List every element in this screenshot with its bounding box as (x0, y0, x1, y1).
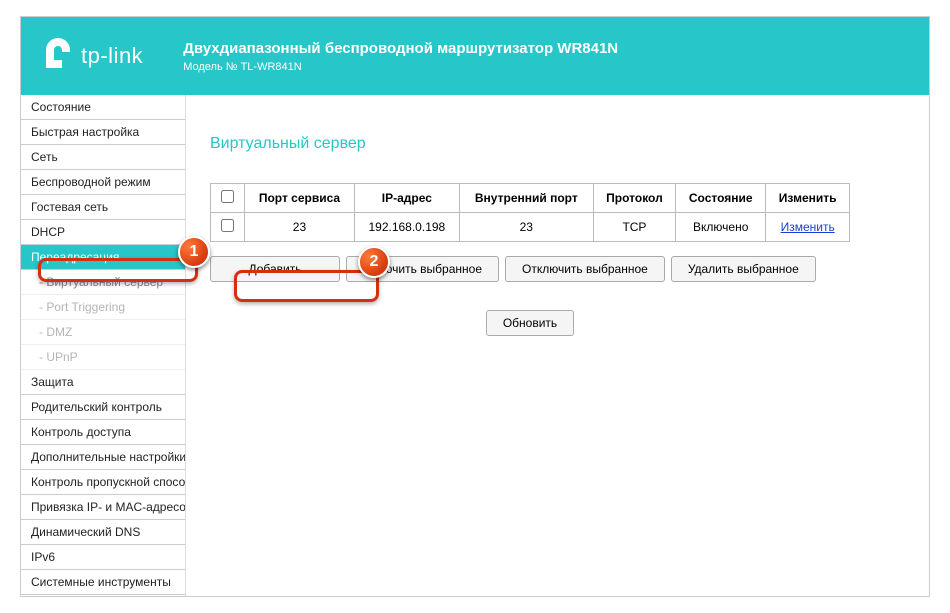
sidebar: Состояние Быстрая настройка Сеть Беспров… (21, 95, 186, 596)
action-button-row: Добавить Включить выбранное Отключить вы… (210, 256, 905, 282)
sidebar-item-network[interactable]: Сеть (21, 145, 185, 170)
sidebar-item-quick-setup[interactable]: Быстрая настройка (21, 120, 185, 145)
sidebar-item-advanced-settings[interactable]: Дополнительные настройки (21, 445, 185, 470)
cell-service-port: 23 (245, 213, 355, 242)
sidebar-item-forwarding[interactable]: Переадресация (21, 245, 185, 270)
sidebar-item-ip-mac-binding[interactable]: Привязка IP- и MAC-адресов (21, 495, 185, 520)
table-row: 23 192.168.0.198 23 TCP Включено Изменит… (211, 213, 850, 242)
table-header-row: Порт сервиса IP-адрес Внутренний порт Пр… (211, 184, 850, 213)
virtual-server-table: Порт сервиса IP-адрес Внутренний порт Пр… (210, 183, 850, 242)
sidebar-item-parental-control[interactable]: Родительский контроль (21, 395, 185, 420)
sidebar-item-guest-network[interactable]: Гостевая сеть (21, 195, 185, 220)
annotation-callout-1: 1 (178, 236, 210, 268)
header-titles: Двухдиапазонный беспроводной маршрутизат… (183, 40, 618, 73)
sidebar-item-dhcp[interactable]: DHCP (21, 220, 185, 245)
col-protocol: Протокол (593, 184, 675, 213)
cell-ip: 192.168.0.198 (354, 213, 459, 242)
add-button[interactable]: Добавить (210, 256, 340, 282)
product-title: Двухдиапазонный беспроводной маршрутизат… (183, 40, 618, 57)
sidebar-sub-virtual-server[interactable]: - Виртуальный сервер (21, 270, 185, 295)
product-model: Модель № TL-WR841N (183, 61, 618, 73)
col-state: Состояние (676, 184, 766, 213)
col-ip-address: IP-адрес (354, 184, 459, 213)
disable-selected-button[interactable]: Отключить выбранное (505, 256, 665, 282)
brand-text: tp-link (81, 43, 143, 69)
col-internal-port: Внутренний порт (459, 184, 593, 213)
brand-logo: tp-link (41, 36, 143, 76)
select-all-checkbox[interactable] (221, 190, 234, 203)
sidebar-sub-upnp[interactable]: - UPnP (21, 345, 185, 370)
sidebar-item-status[interactable]: Состояние (21, 95, 185, 120)
sidebar-item-security[interactable]: Защита (21, 370, 185, 395)
header-bar: tp-link Двухдиапазонный беспроводной мар… (21, 17, 929, 95)
sidebar-item-access-control[interactable]: Контроль доступа (21, 420, 185, 445)
sidebar-item-system-tools[interactable]: Системные инструменты (21, 570, 185, 595)
sidebar-item-wireless[interactable]: Беспроводной режим (21, 170, 185, 195)
sidebar-sub-port-triggering[interactable]: - Port Triggering (21, 295, 185, 320)
col-service-port: Порт сервиса (245, 184, 355, 213)
page-title: Виртуальный сервер (210, 135, 905, 153)
sidebar-sub-dmz[interactable]: - DMZ (21, 320, 185, 345)
col-modify: Изменить (766, 184, 850, 213)
delete-selected-button[interactable]: Удалить выбранное (671, 256, 816, 282)
main-content: Виртуальный сервер Порт сервиса IP-адрес… (186, 95, 929, 596)
cell-protocol: TCP (593, 213, 675, 242)
sidebar-item-bandwidth-control[interactable]: Контроль пропускной способности (21, 470, 185, 495)
sidebar-item-logout[interactable]: Выход (21, 595, 185, 596)
refresh-button[interactable]: Обновить (486, 310, 574, 336)
annotation-callout-2: 2 (358, 246, 390, 278)
row-checkbox[interactable] (221, 219, 234, 232)
sidebar-item-ipv6[interactable]: IPv6 (21, 545, 185, 570)
sidebar-item-ddns[interactable]: Динамический DNS (21, 520, 185, 545)
cell-internal-port: 23 (459, 213, 593, 242)
tplink-icon (41, 36, 75, 76)
edit-link[interactable]: Изменить (781, 220, 835, 234)
cell-state: Включено (676, 213, 766, 242)
